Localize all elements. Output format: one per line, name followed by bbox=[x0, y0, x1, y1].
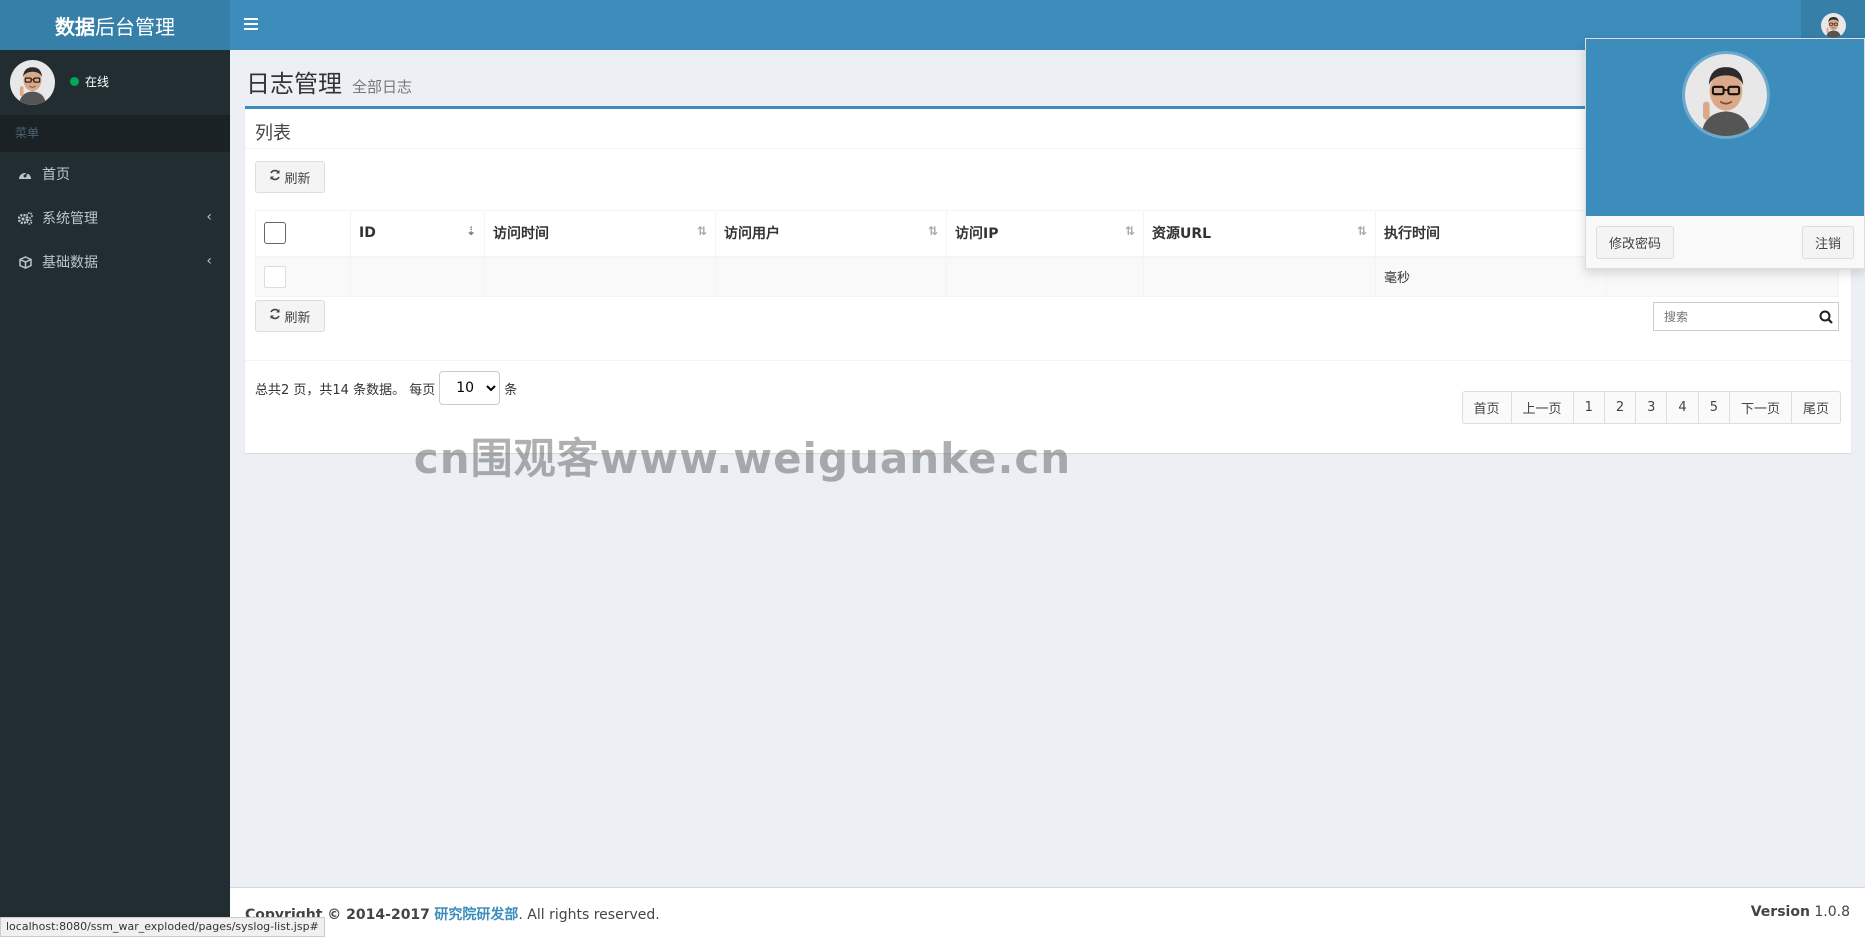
change-password-button[interactable]: 修改密码 bbox=[1596, 226, 1675, 259]
column-header-access-ip[interactable]: 访问IP ⇅ bbox=[946, 210, 1144, 258]
refresh-icon bbox=[269, 169, 281, 185]
column-label: 访问IP bbox=[955, 226, 999, 243]
search-box bbox=[1653, 302, 1839, 331]
refresh-label: 刷新 bbox=[284, 310, 311, 326]
search-input[interactable] bbox=[1654, 303, 1814, 330]
dropdown-avatar bbox=[1682, 51, 1770, 139]
sort-icon: ⇅ bbox=[927, 224, 938, 238]
dropdown-footer: 修改密码 注销 bbox=[1586, 216, 1864, 268]
row-select-cell bbox=[255, 256, 351, 297]
user-avatar bbox=[10, 60, 55, 105]
version-number: 1.0.8 bbox=[1814, 904, 1850, 920]
row-checkbox[interactable] bbox=[264, 265, 286, 288]
refresh-icon bbox=[269, 308, 281, 324]
sidebar-item-system[interactable]: 系统管理 ‹ bbox=[0, 196, 230, 240]
cube-icon bbox=[17, 255, 33, 269]
menu-toggle-icon[interactable] bbox=[244, 14, 258, 35]
cell-access-ip bbox=[946, 256, 1144, 297]
dashboard-icon bbox=[17, 168, 33, 180]
logo-bold: 数据 bbox=[55, 14, 95, 39]
status-label: 在线 bbox=[85, 75, 110, 89]
logout-button[interactable]: 注销 bbox=[1801, 226, 1854, 259]
user-panel: 在线 bbox=[0, 50, 230, 115]
column-label: 访问用户 bbox=[724, 226, 780, 243]
refresh-button-top[interactable]: 刷新 bbox=[255, 161, 325, 193]
rights-text: . All rights reserved. bbox=[518, 907, 660, 923]
version: Version 1.0.8 bbox=[1751, 904, 1850, 920]
column-header-id[interactable]: ID ⇣ bbox=[350, 210, 485, 258]
online-dot-icon bbox=[70, 77, 79, 86]
online-status: 在线 bbox=[70, 73, 109, 90]
company-link[interactable]: 研究院研发部 bbox=[434, 907, 518, 923]
page-subtitle: 全部日志 bbox=[352, 78, 413, 96]
dropdown-header bbox=[1586, 39, 1864, 216]
page-2[interactable]: 2 bbox=[1603, 391, 1637, 424]
cell-access-user bbox=[715, 256, 947, 297]
sidebar-item-basic-data[interactable]: 基础数据 ‹ bbox=[0, 240, 230, 284]
sidebar-item-label: 系统管理 bbox=[42, 211, 98, 227]
chevron-left-icon: ‹ bbox=[206, 209, 212, 225]
search-icon[interactable] bbox=[1814, 310, 1838, 324]
sort-asc-icon: ⇣ bbox=[465, 224, 476, 238]
column-header-exec-time[interactable]: 执行时间 bbox=[1375, 210, 1607, 258]
user-avatar-small bbox=[1821, 13, 1846, 38]
column-header-access-time[interactable]: 访问时间 ⇅ bbox=[484, 210, 716, 258]
sidebar-item-label: 首页 bbox=[42, 167, 70, 183]
pagination-info: 总共2 页，共14 条数据。 每页 10 条 bbox=[255, 371, 517, 405]
select-all-checkbox[interactable] bbox=[264, 222, 286, 245]
user-dropdown: 修改密码 注销 bbox=[1585, 38, 1865, 269]
content-header: 日志管理 全部日志 bbox=[246, 64, 412, 99]
pagination: 首页 上一页 1 2 3 4 5 下一页 尾页 bbox=[1461, 391, 1841, 424]
cell-access-time bbox=[484, 256, 716, 297]
page-1[interactable]: 1 bbox=[1572, 391, 1605, 424]
page-5[interactable]: 5 bbox=[1697, 391, 1730, 424]
page-next[interactable]: 下一页 bbox=[1728, 391, 1792, 424]
column-label: 执行时间 bbox=[1384, 226, 1440, 243]
chevron-left-icon: ‹ bbox=[206, 253, 212, 269]
sidebar: 在线 菜单 首页 系统管理 ‹ 基础数据 ‹ bbox=[0, 50, 230, 937]
browser-status-url: localhost:8080/ssm_war_exploded/pages/sy… bbox=[0, 917, 325, 937]
sidebar-item-home[interactable]: 首页 bbox=[0, 152, 230, 196]
column-header-access-user[interactable]: 访问用户 ⇅ bbox=[715, 210, 947, 258]
column-header-resource-url[interactable]: 资源URL ⇅ bbox=[1143, 210, 1376, 258]
select-all-cell bbox=[255, 210, 351, 258]
page-first[interactable]: 首页 bbox=[1461, 391, 1512, 424]
sort-icon: ⇅ bbox=[1124, 224, 1135, 238]
page-prev[interactable]: 上一页 bbox=[1510, 391, 1574, 424]
refresh-button-bottom[interactable]: 刷新 bbox=[255, 300, 325, 332]
watermark: cn围观客www.weiguanke.cn bbox=[413, 434, 1072, 483]
app-logo[interactable]: 数据 后台管理 bbox=[0, 0, 230, 50]
sort-icon: ⇅ bbox=[1356, 224, 1367, 238]
sidebar-item-label: 基础数据 bbox=[42, 255, 98, 271]
version-label: Version bbox=[1750, 904, 1810, 920]
page-title: 日志管理 bbox=[246, 70, 342, 98]
pagination-summary: 总共2 页，共14 条数据。 每页 bbox=[255, 382, 436, 398]
sort-icon: ⇅ bbox=[696, 224, 707, 238]
refresh-label: 刷新 bbox=[284, 171, 311, 187]
menu-header: 菜单 bbox=[0, 115, 230, 152]
page-4[interactable]: 4 bbox=[1666, 391, 1699, 424]
box-footer-divider bbox=[245, 360, 1851, 361]
pagination-suffix: 条 bbox=[504, 382, 518, 398]
cell-resource-url bbox=[1143, 256, 1376, 297]
logo-text: 后台管理 bbox=[95, 14, 175, 39]
cell-exec-time: 毫秒 bbox=[1375, 256, 1607, 297]
column-label: ID bbox=[359, 225, 376, 242]
column-label: 访问时间 bbox=[493, 226, 549, 243]
main-footer: Copyright © 2014-2017 研究院研发部. All rights… bbox=[230, 887, 1865, 937]
cell-id bbox=[350, 256, 485, 297]
cogs-icon bbox=[17, 211, 33, 225]
page-size-select[interactable]: 10 bbox=[439, 371, 501, 405]
column-label: 资源URL bbox=[1152, 226, 1212, 243]
page-last[interactable]: 尾页 bbox=[1790, 391, 1841, 424]
page-3[interactable]: 3 bbox=[1635, 391, 1668, 424]
